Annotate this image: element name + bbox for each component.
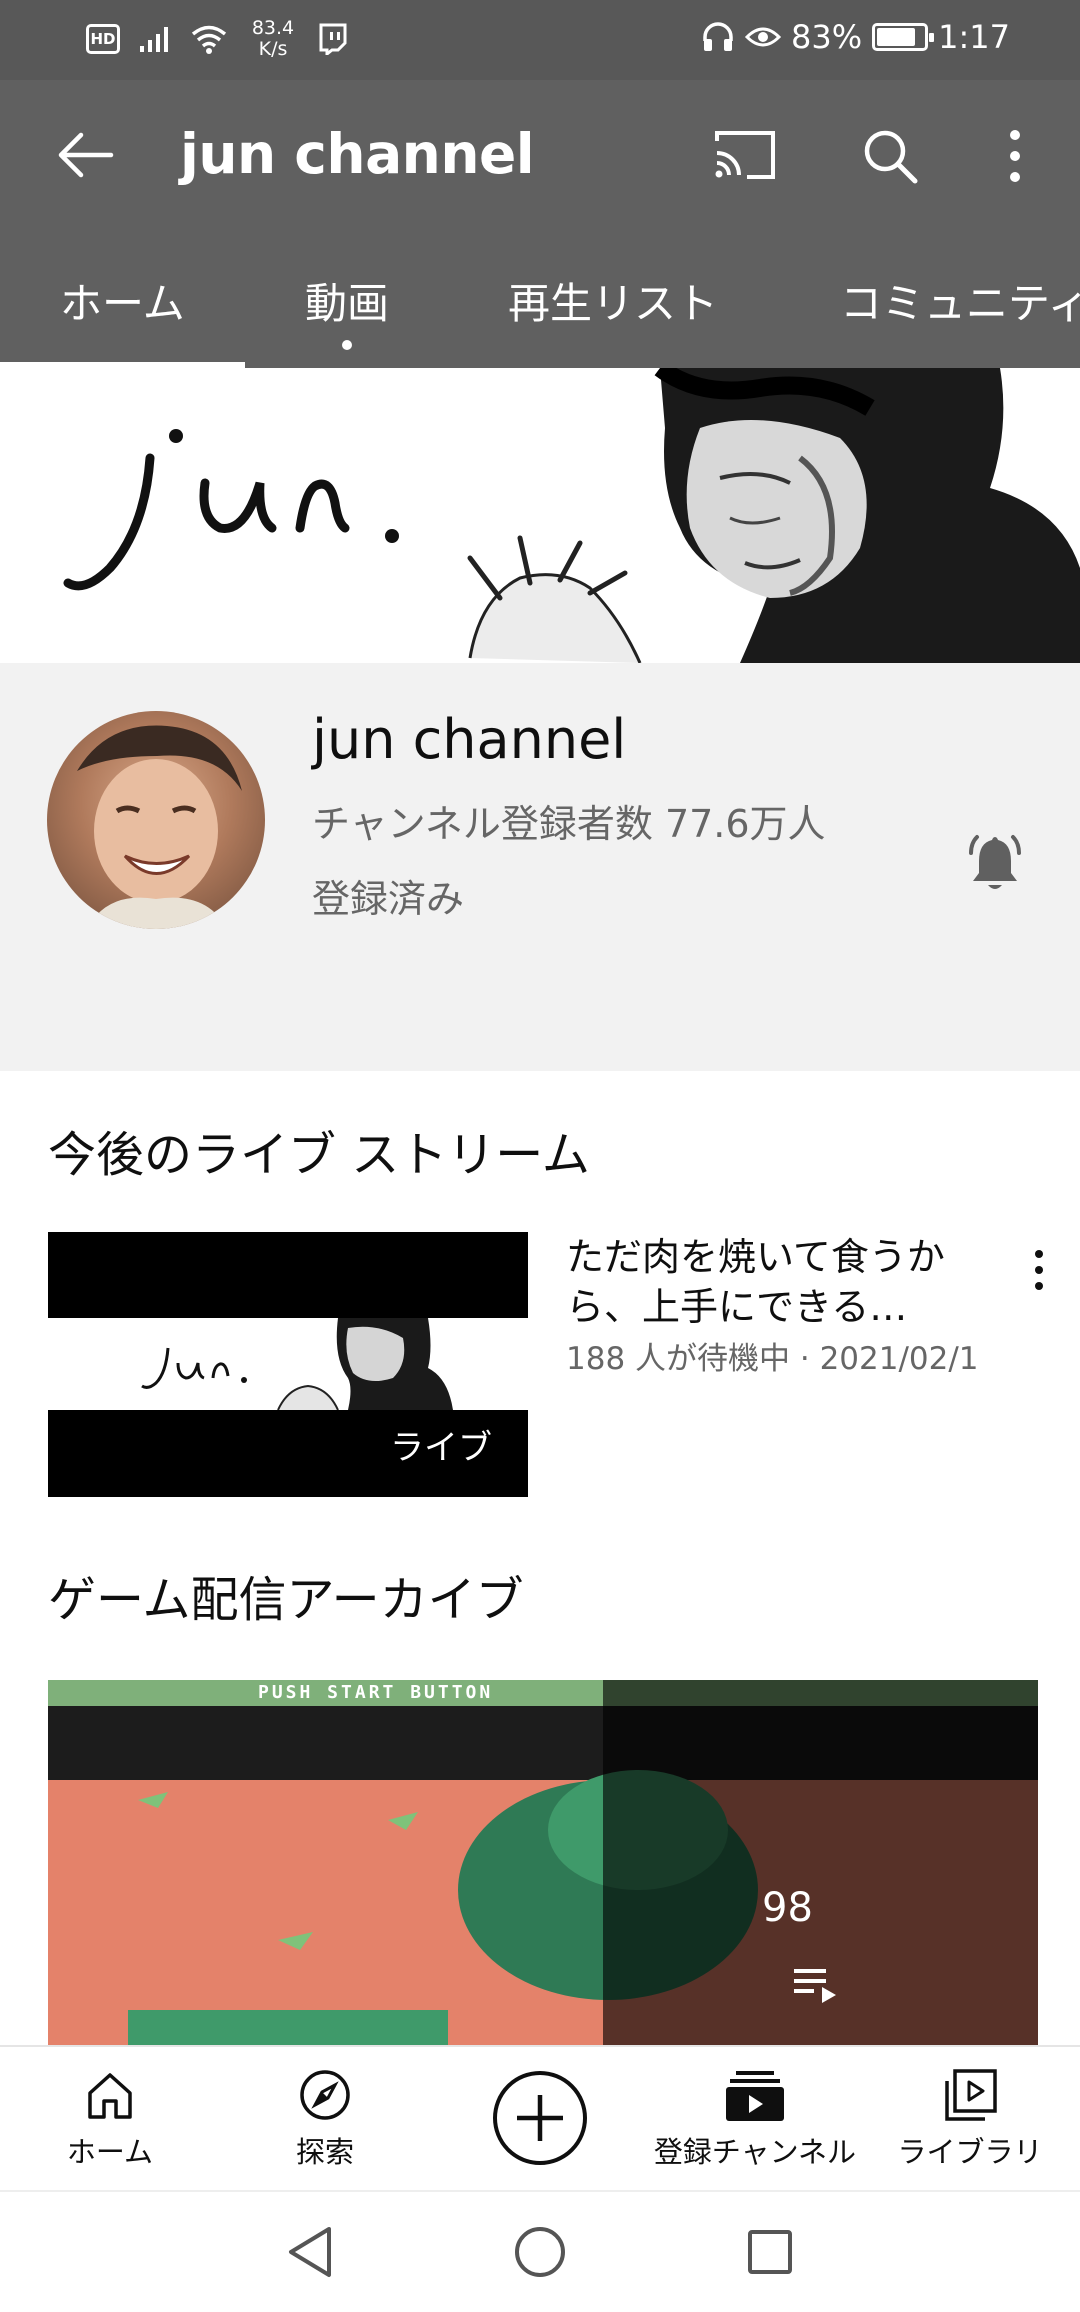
nav-subscriptions-label: 登録チャンネル — [653, 2135, 857, 2169]
nav-library-label: ライブラリ — [897, 2135, 1043, 2169]
hd-badge: HD — [86, 24, 120, 54]
signal-icon — [140, 27, 168, 52]
channel-name: jun channel — [312, 708, 627, 771]
bell-ringing-icon — [969, 835, 1021, 889]
back-arrow-icon — [58, 132, 114, 178]
nav-explore-label: 探索 — [295, 2135, 354, 2169]
wifi-icon — [191, 25, 227, 54]
playlist-video-count: 98 — [762, 1885, 813, 1931]
tab-videos[interactable]: 動画 — [305, 270, 389, 331]
channel-tabs: ホーム 動画 再生リスト コミュニティ — [0, 232, 1080, 368]
twitch-icon — [319, 23, 347, 55]
battery-percent: 83% — [791, 18, 863, 56]
status-bar: HD 83.4 K/s 83% 1:17 — [0, 0, 1080, 80]
cast-button[interactable] — [700, 120, 790, 190]
search-button[interactable] — [845, 118, 935, 194]
bottom-navigation: ホーム 探索 登録チャンネル ライブラリ — [0, 2045, 1080, 2190]
live-video-meta: 188 人が待機中 · 2021/02/1 — [566, 1341, 979, 1377]
more-vertical-icon — [1035, 1250, 1043, 1290]
new-content-dot — [342, 340, 352, 350]
nav-home-label: ホーム — [66, 2135, 154, 2169]
compass-icon — [300, 2070, 350, 2120]
system-recents-button[interactable] — [730, 2212, 810, 2292]
live-thumbnail-art — [48, 1318, 528, 1411]
channel-avatar[interactable] — [47, 711, 265, 929]
circle-home-icon — [515, 2227, 565, 2277]
game-archive-heading: ゲーム配信アーカイブ — [48, 1572, 524, 1628]
tab-home[interactable]: ホーム — [60, 270, 185, 331]
subscriber-count: チャンネル登録者数 77.6万人 — [312, 802, 826, 846]
playlist-icon — [794, 1969, 836, 2003]
notification-bell-button[interactable] — [955, 823, 1035, 903]
banner-art — [63, 368, 1080, 663]
nav-subscriptions[interactable]: 登録チャンネル — [645, 2047, 865, 2192]
subscribe-status[interactable]: 登録済み — [312, 868, 464, 923]
library-icon — [945, 2069, 997, 2121]
headphones-icon — [703, 22, 733, 51]
live-video-title[interactable]: ただ肉を焼いて食うから、上手にできる… — [566, 1232, 986, 1332]
search-icon — [864, 130, 918, 184]
system-back-button[interactable] — [270, 2212, 350, 2292]
upcoming-live-heading: 今後のライブ ストリーム — [48, 1127, 590, 1183]
channel-header: jun channel チャンネル登録者数 77.6万人 登録済み — [0, 663, 1080, 1071]
avatar-image — [77, 725, 242, 929]
speed-unit: K/s — [258, 38, 288, 60]
page-title: jun channel — [180, 122, 535, 186]
live-item-menu-button[interactable] — [1024, 1240, 1054, 1300]
add-circle-icon — [493, 2071, 587, 2165]
nav-explore[interactable]: 探索 — [255, 2047, 395, 2192]
status-right: 83% 1:17 — [701, 18, 1010, 56]
more-options-button[interactable] — [985, 118, 1045, 194]
tab-community[interactable]: コミュニティ — [840, 270, 1080, 331]
square-recents-icon — [748, 2230, 792, 2274]
nav-home[interactable]: ホーム — [40, 2047, 180, 2192]
eye-comfort-icon — [745, 27, 782, 47]
nav-create[interactable] — [470, 2047, 610, 2192]
system-navigation-bar — [0, 2190, 1080, 2312]
speed-value: 83.4 — [251, 17, 295, 39]
back-button[interactable] — [40, 120, 130, 190]
system-home-button[interactable] — [500, 2212, 580, 2292]
status-left: HD 83.4 K/s — [86, 18, 348, 60]
playlist-thumbnail[interactable]: PUSH START BUTTON — [48, 1680, 1038, 2045]
game-text: PUSH START BUTTON — [258, 1682, 493, 1703]
live-thumbnail[interactable]: ライブ — [48, 1232, 528, 1497]
cast-icon — [715, 131, 775, 179]
clock: 1:17 — [938, 18, 1010, 56]
live-badge: ライブ — [390, 1428, 492, 1468]
channel-banner — [0, 368, 1080, 663]
battery-icon — [872, 23, 935, 51]
tab-playlists[interactable]: 再生リスト — [508, 270, 718, 331]
nav-library[interactable]: ライブラリ — [895, 2047, 1045, 2192]
battery-fill — [877, 28, 916, 46]
more-vertical-icon — [1010, 130, 1020, 182]
home-icon — [88, 2073, 132, 2119]
network-speed: 83.4 K/s — [246, 18, 300, 60]
triangle-back-icon — [289, 2227, 331, 2277]
subscriptions-icon — [726, 2071, 784, 2121]
